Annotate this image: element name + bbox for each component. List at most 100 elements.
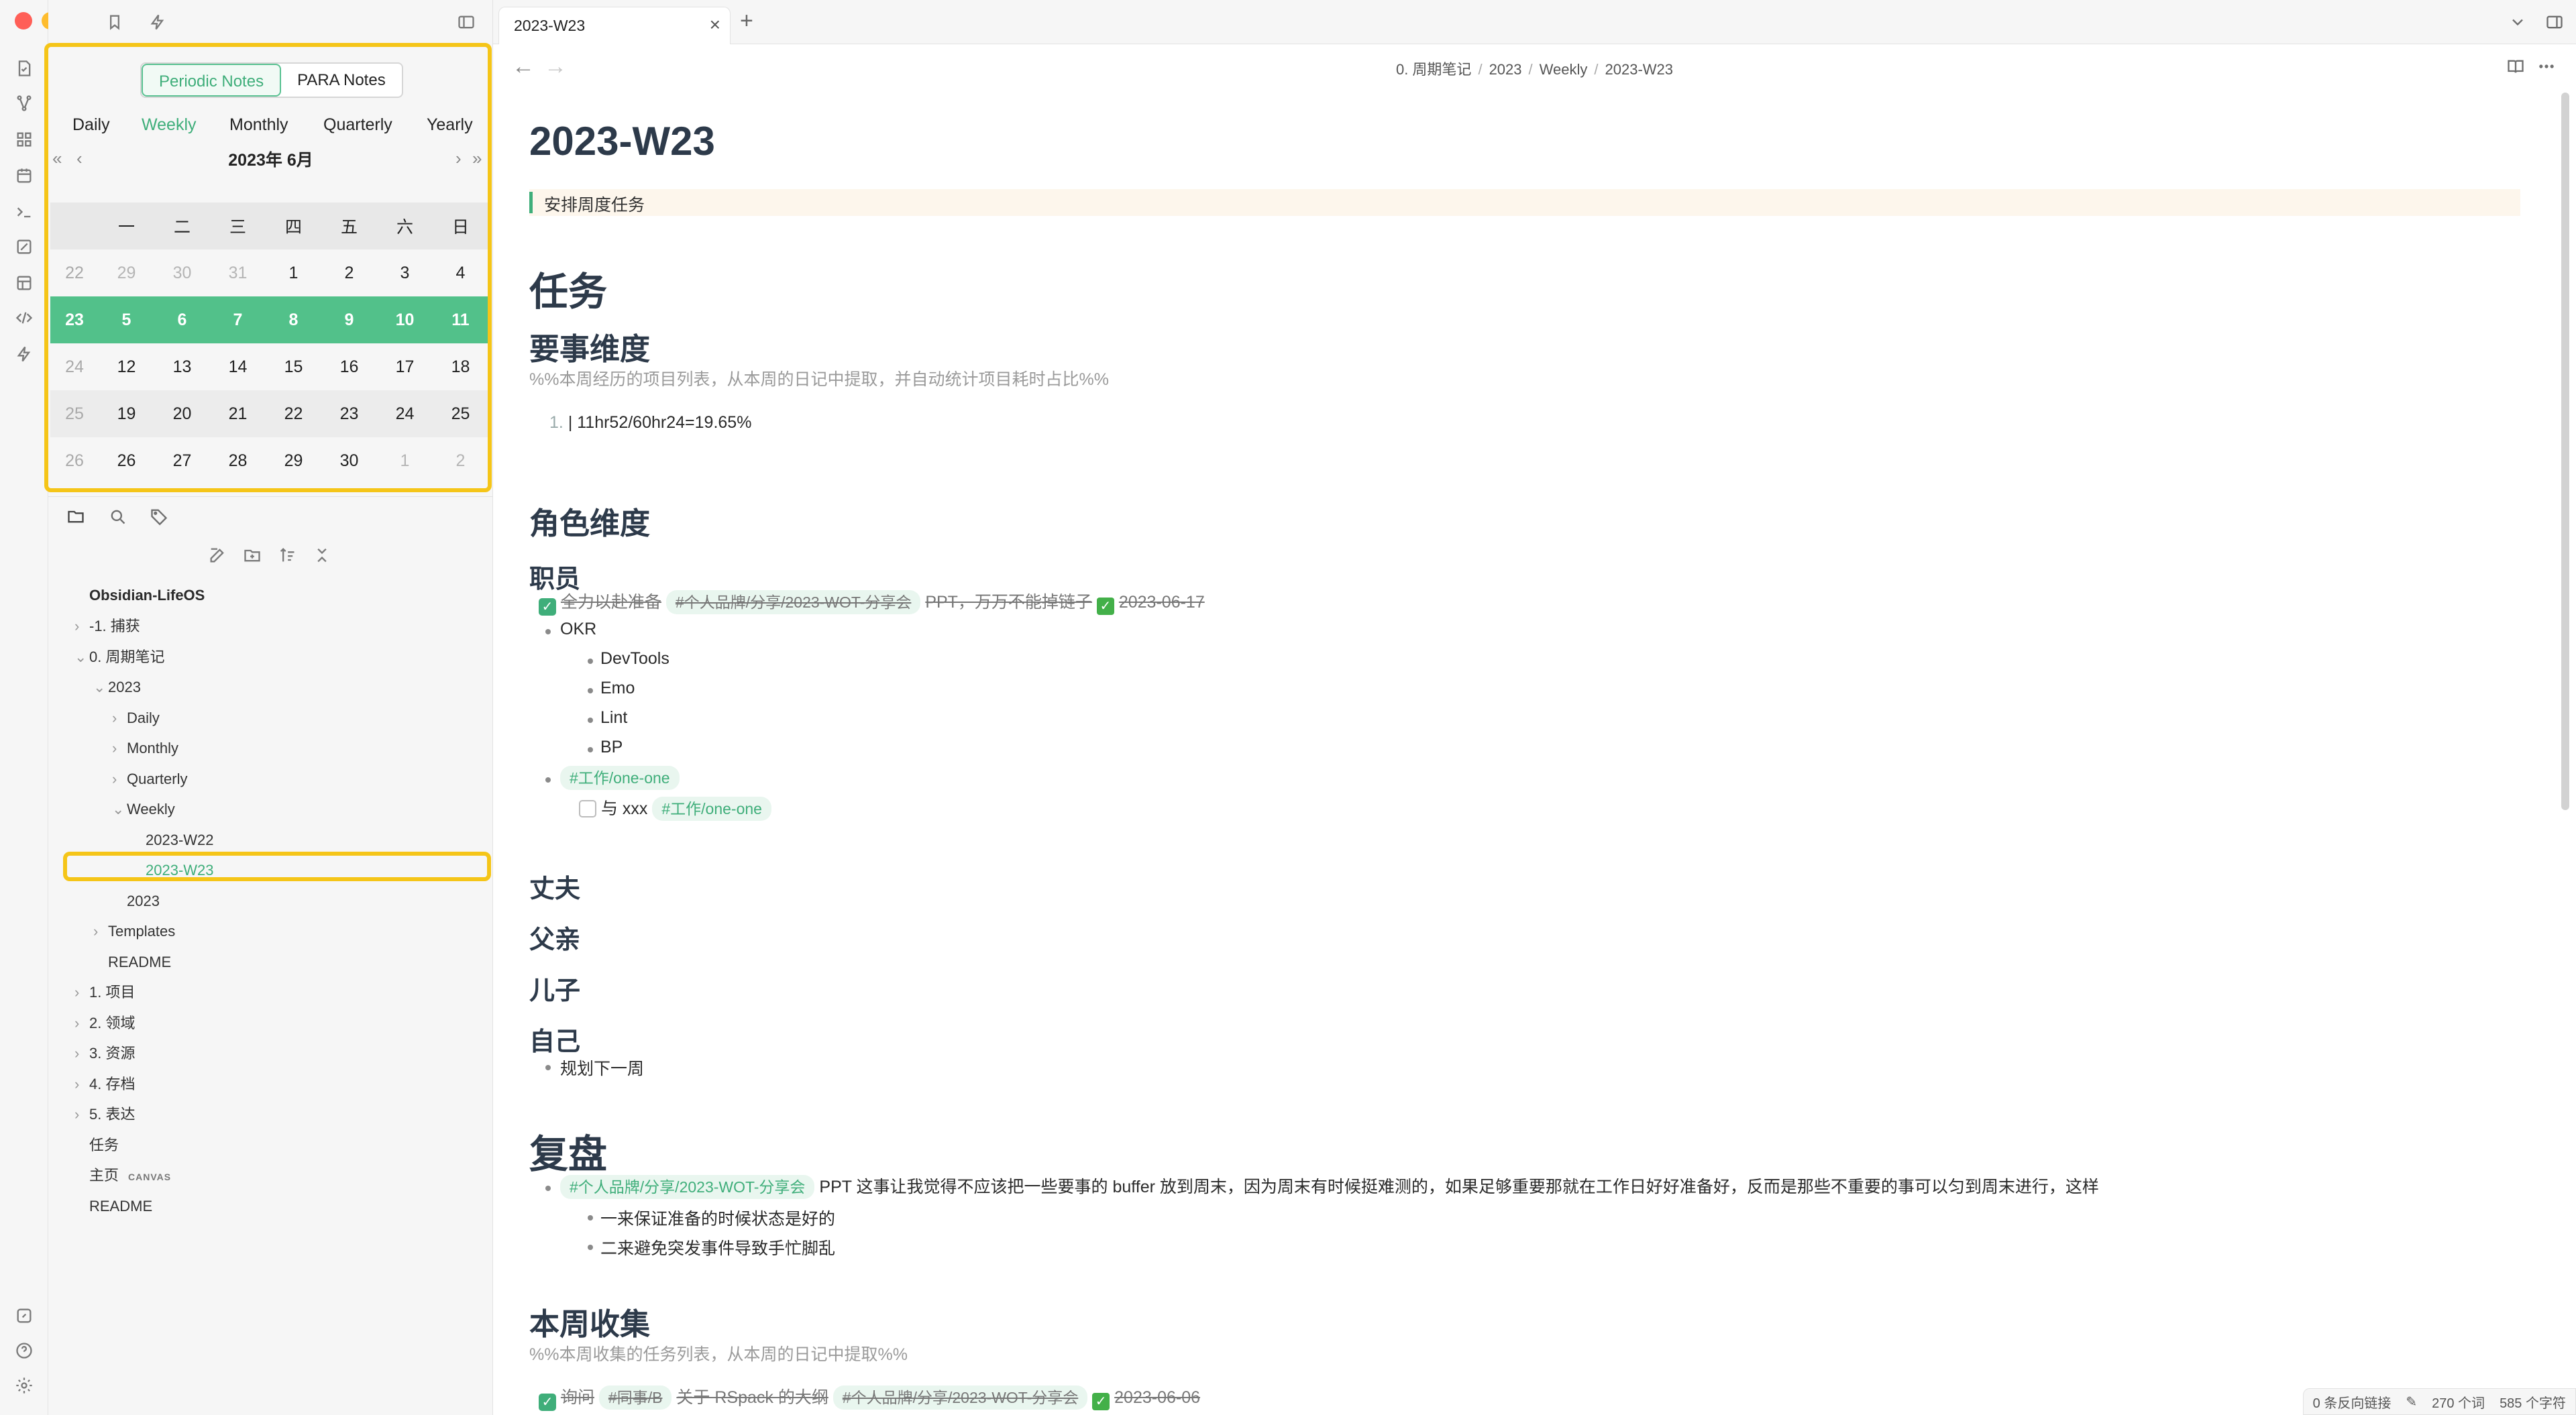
- calendar-day[interactable]: 8: [266, 296, 321, 343]
- calendar-day[interactable]: 17: [377, 343, 433, 390]
- new-note-icon[interactable]: [204, 542, 231, 569]
- heading-husband[interactable]: 丈夫: [529, 868, 580, 905]
- calendar-day[interactable]: 26: [99, 437, 154, 484]
- templater-icon[interactable]: [12, 306, 36, 330]
- chevron-down-icon[interactable]: ⌄: [112, 796, 124, 823]
- tree-folder[interactable]: ⌄ Weekly: [112, 796, 175, 823]
- more-options-icon[interactable]: [2534, 54, 2559, 79]
- chevron-right-icon[interactable]: ›: [112, 705, 117, 732]
- calendar-day[interactable]: 28: [210, 437, 266, 484]
- tree-file[interactable]: 2023-W23: [146, 857, 214, 884]
- calendar-day[interactable]: 24: [377, 390, 433, 437]
- next-month-button[interactable]: ›: [455, 148, 462, 169]
- settings-gear-icon[interactable]: [12, 1373, 36, 1398]
- calendar-day[interactable]: 3: [377, 249, 433, 296]
- tree-folder[interactable]: › Daily: [112, 705, 160, 732]
- granularity-weekly[interactable]: Weekly: [142, 115, 197, 135]
- chevron-right-icon[interactable]: ›: [74, 1040, 79, 1067]
- breadcrumb-item[interactable]: 0. 周期笔记: [1396, 61, 1471, 78]
- calendar-day[interactable]: 30: [321, 437, 377, 484]
- okr-item[interactable]: Lint: [600, 708, 627, 728]
- task-checkbox-checked[interactable]: ✓: [539, 1394, 556, 1411]
- week-number[interactable]: 24: [50, 343, 99, 390]
- review-sub-item[interactable]: 一来保证准备的时候状态是好的: [600, 1206, 835, 1230]
- vault-name[interactable]: Obsidian-LifeOS: [89, 582, 205, 609]
- tag[interactable]: #个人品牌/分享/2023-WOT-分享会: [560, 1175, 815, 1199]
- tree-folder[interactable]: › Templates: [93, 918, 175, 945]
- calendar-day[interactable]: 29: [266, 437, 321, 484]
- okr-item[interactable]: Emo: [600, 679, 635, 698]
- template-icon[interactable]: [12, 271, 36, 295]
- tree-folder[interactable]: ⌄ 2023: [93, 674, 141, 701]
- calendar-day[interactable]: 4: [433, 249, 488, 296]
- calendar-day[interactable]: 11: [433, 296, 488, 343]
- calendar-day[interactable]: 31: [210, 249, 266, 296]
- backlinks-count[interactable]: 0 条反向链接: [2313, 1392, 2392, 1412]
- calendar-day[interactable]: 10: [377, 296, 433, 343]
- editor-scrollbar[interactable]: [2561, 93, 2569, 810]
- close-tab-icon[interactable]: ×: [710, 14, 720, 36]
- chevron-right-icon[interactable]: ›: [74, 1010, 79, 1037]
- reading-view-icon[interactable]: [2503, 54, 2528, 79]
- close-window-button[interactable]: [15, 12, 32, 30]
- toggle-sidebar-icon[interactable]: [453, 9, 479, 35]
- one-one-task-item[interactable]: 与 xxx #工作/one-one: [579, 795, 771, 821]
- edit-mode-pencil-icon[interactable]: ✎: [2406, 1394, 2417, 1410]
- calendar-day[interactable]: 27: [154, 437, 210, 484]
- week-number[interactable]: 25: [50, 390, 99, 437]
- chevron-down-icon[interactable]: ⌄: [93, 674, 105, 701]
- self-list-item[interactable]: 规划下一周: [560, 1056, 644, 1080]
- callout-block[interactable]: 安排周度任务: [529, 189, 2520, 216]
- granularity-daily[interactable]: Daily: [72, 115, 110, 135]
- calendar-day[interactable]: 14: [210, 343, 266, 390]
- tab-para-notes[interactable]: PARA Notes: [281, 64, 402, 97]
- calendar-week-row[interactable]: 23 5 6 7 8 9 10 11: [50, 296, 489, 343]
- calendar-day[interactable]: 16: [321, 343, 377, 390]
- new-tab-button[interactable]: +: [740, 8, 753, 34]
- tree-folder[interactable]: ⌄ 0. 周期笔记: [74, 644, 164, 671]
- calendar-day[interactable]: 6: [154, 296, 210, 343]
- tree-file[interactable]: 2023: [127, 888, 160, 915]
- staff-task-item[interactable]: ✓ 全力以赴准备 #个人品牌/分享/2023-WOT-分享会 PPT，万万不能掉…: [539, 589, 1205, 616]
- tab-periodic-notes[interactable]: Periodic Notes: [142, 64, 282, 97]
- tree-folder[interactable]: › 1. 项目: [74, 979, 135, 1006]
- chevron-right-icon[interactable]: ›: [74, 1071, 79, 1098]
- one-one-list-item[interactable]: #工作/one-one: [560, 766, 680, 790]
- tag[interactable]: #个人品牌/分享/2023-WOT-分享会: [665, 590, 921, 614]
- tags-tab-icon[interactable]: [146, 504, 172, 529]
- heading-weekly-collect[interactable]: 本周收集: [529, 1300, 650, 1343]
- open-quick-switcher-icon[interactable]: [12, 56, 36, 80]
- breadcrumb-item[interactable]: Weekly: [1540, 61, 1588, 78]
- calendar-icon[interactable]: [12, 164, 36, 188]
- calendar-week-row[interactable]: 22 29 30 31 1 2 3 4: [50, 249, 489, 296]
- canvas-icon[interactable]: [12, 235, 36, 259]
- calendar-day[interactable]: 20: [154, 390, 210, 437]
- tab-2023-w23[interactable]: 2023-W23 ×: [498, 7, 731, 44]
- tree-folder[interactable]: › 5. 表达: [74, 1101, 135, 1128]
- tab-list-chevron-icon[interactable]: [2505, 9, 2530, 35]
- chevron-right-icon[interactable]: ›: [74, 1101, 79, 1128]
- tree-file[interactable]: 主页 CANVAS: [89, 1162, 171, 1189]
- breadcrumb-item[interactable]: 2023: [1489, 61, 1522, 78]
- list-item-okr[interactable]: OKR: [560, 620, 596, 639]
- graph-view-icon[interactable]: [12, 91, 36, 115]
- files-tab-icon[interactable]: [63, 504, 89, 529]
- tree-folder[interactable]: › 3. 资源: [74, 1040, 135, 1067]
- tree-file[interactable]: 2023-W22: [146, 827, 214, 854]
- calendar-day[interactable]: 29: [99, 249, 154, 296]
- heading-father[interactable]: 父亲: [529, 919, 580, 956]
- new-folder-icon[interactable]: [239, 542, 266, 569]
- tree-folder[interactable]: › Quarterly: [112, 766, 187, 793]
- heading-son[interactable]: 儿子: [529, 970, 580, 1007]
- week-number[interactable]: 23: [50, 296, 99, 343]
- calendar-day[interactable]: 2: [321, 249, 377, 296]
- heading-review[interactable]: 复盘: [529, 1123, 607, 1179]
- breadcrumb-item[interactable]: 2023-W23: [1605, 61, 1674, 78]
- calendar-day[interactable]: 7: [210, 296, 266, 343]
- okr-item[interactable]: BP: [600, 738, 623, 757]
- calendar-day[interactable]: 30: [154, 249, 210, 296]
- calendar-day[interactable]: 18: [433, 343, 488, 390]
- terminal-icon[interactable]: [12, 200, 36, 224]
- calendar-week-row[interactable]: 26 26 27 28 29 30 1 2: [50, 437, 489, 484]
- plugins-grid-icon[interactable]: [12, 127, 36, 152]
